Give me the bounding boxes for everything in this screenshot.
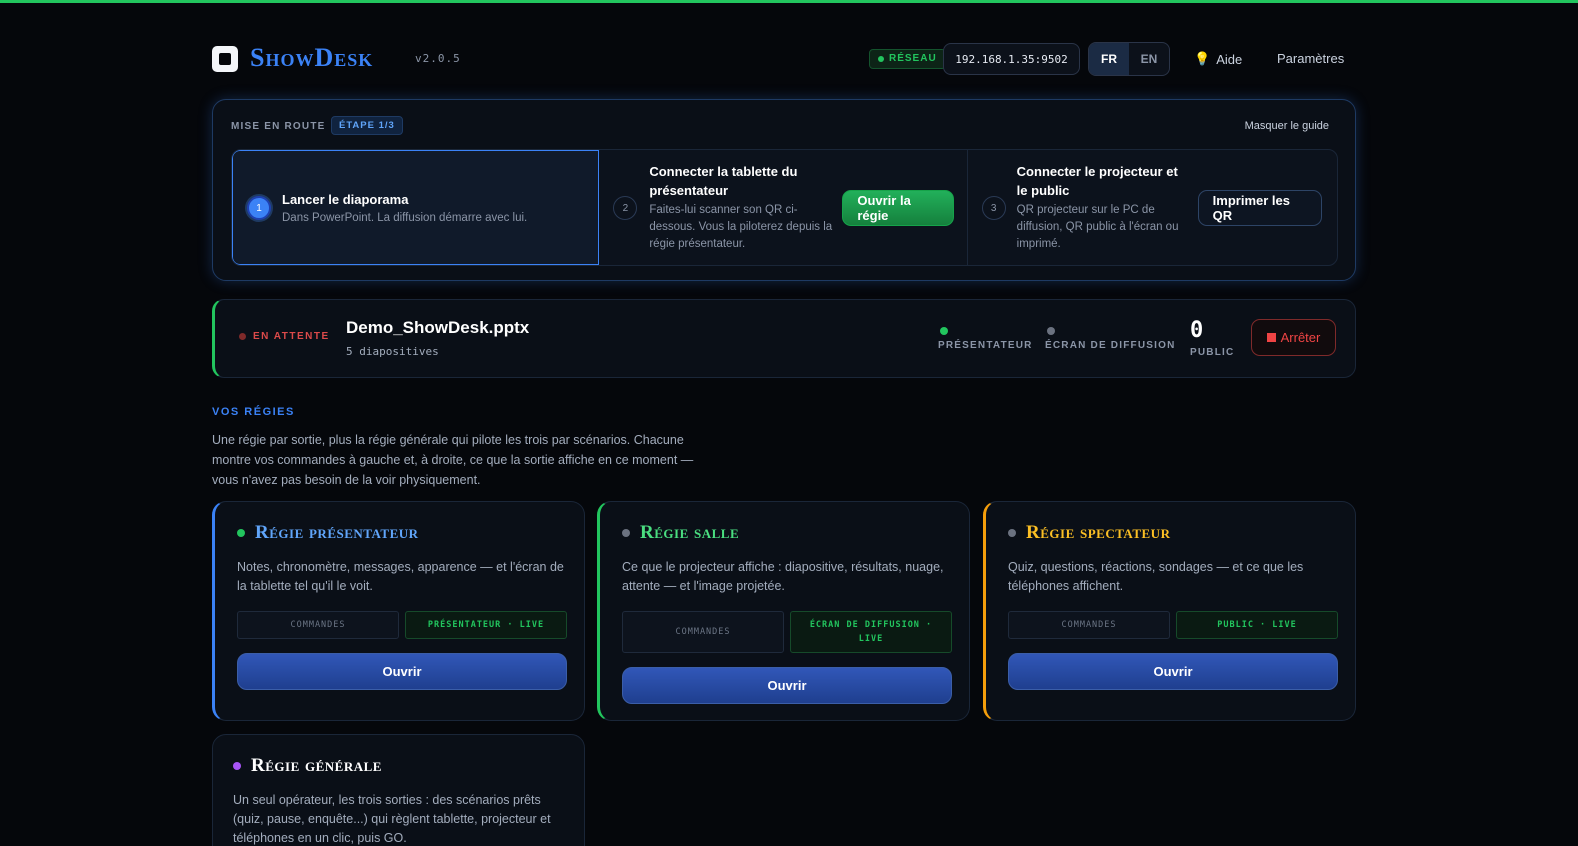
- regie-salle-description: Ce que le projecteur affiche : diapositi…: [622, 560, 944, 593]
- open-presenter-button[interactable]: Ouvrir: [237, 653, 567, 690]
- regie-presenter-title-text: Régie présentateur: [255, 522, 419, 543]
- step-2-title: Connecter la tablette du présentateur: [649, 164, 798, 198]
- screen-status-dot-icon: [1047, 327, 1055, 335]
- stop-square-icon: [1266, 333, 1276, 342]
- hide-guide-button[interactable]: Masquer le guide: [1245, 120, 1329, 132]
- step-1-title: Lancer le diaporama: [282, 192, 409, 207]
- regie-generale-title: Régie générale: [233, 755, 382, 777]
- step-2-description: Faites-lui scanner son QR ci-dessous. Vo…: [649, 204, 833, 250]
- regie-spectateur-title-text: Régie spectateur: [1026, 522, 1171, 543]
- stop-label: Arrêter: [1280, 330, 1321, 345]
- regie-generale-card: Régie générale Un seul opérateur, les tr…: [212, 734, 585, 846]
- settings-link[interactable]: Paramètres: [1277, 51, 1344, 66]
- help-link[interactable]: 💡 Aide: [1194, 51, 1242, 67]
- commands-chip: COMMANDES: [622, 611, 784, 653]
- regie-presenter-chips: COMMANDES PRÉSENTATEUR · LIVE: [237, 611, 567, 639]
- waiting-dot-icon: [239, 333, 246, 340]
- guide-step-3: 3 Connecter le projecteur et le public Q…: [968, 150, 1337, 265]
- guide-title: MISE EN ROUTE: [231, 121, 326, 132]
- slide-count: 5 diapositives: [346, 345, 439, 358]
- live-chip: PUBLIC · LIVE: [1176, 611, 1338, 639]
- regie-spectateur-description: Quiz, questions, réactions, sondages — e…: [1008, 560, 1304, 593]
- regie-presenter-title: Régie présentateur: [237, 522, 419, 544]
- generale-status-dot-icon: [233, 762, 241, 770]
- presenter-indicator: PRÉSENTATEUR: [938, 327, 1033, 351]
- regie-generale-title-text: Régie générale: [251, 755, 382, 776]
- guide-step-1[interactable]: 1 Lancer le diaporama Dans PowerPoint. L…: [232, 150, 600, 265]
- presenter-indicator-label: PRÉSENTATEUR: [938, 340, 1033, 351]
- regie-generale-description: Un seul opérateur, les trois sorties : d…: [233, 793, 551, 845]
- salle-status-dot-icon: [622, 529, 630, 537]
- step-3-description: QR projecteur sur le PC de diffusion, QR…: [1016, 204, 1179, 250]
- guide-step-2: 2 Connecter la tablette du présentateur …: [599, 150, 968, 265]
- step-number-1: 1: [247, 196, 271, 220]
- guide-steps: 1 Lancer le diaporama Dans PowerPoint. L…: [231, 149, 1338, 266]
- regie-spectateur-chips: COMMANDES PUBLIC · LIVE: [1008, 611, 1338, 639]
- network-status-dot-icon: [878, 56, 884, 62]
- regie-salle-chips: COMMANDES ÉCRAN DE DIFFUSION · LIVE: [622, 611, 952, 653]
- logo-icon: [212, 46, 238, 72]
- presentation-status-bar: EN ATTENTE Demo_ShowDesk.pptx 5 diaposit…: [212, 299, 1356, 378]
- screen-indicator-label: ÉCRAN DE DIFFUSION: [1045, 340, 1176, 351]
- stop-button[interactable]: Arrêter: [1251, 319, 1336, 356]
- language-switcher: FR EN: [1088, 42, 1170, 76]
- presenter-live-dot-icon: [237, 529, 245, 537]
- public-label: PUBLIC: [1190, 347, 1235, 358]
- step-number-3: 3: [981, 196, 1006, 220]
- step-1-description: Dans PowerPoint. La diffusion démarre av…: [282, 212, 528, 224]
- step-number-2: 2: [613, 196, 638, 220]
- live-chip: PRÉSENTATEUR · LIVE: [405, 611, 567, 639]
- top-accent-line: [0, 0, 1578, 3]
- help-label: Aide: [1216, 51, 1243, 67]
- regie-spectateur-card: Régie spectateur Quiz, questions, réacti…: [983, 501, 1356, 721]
- spectateur-status-dot-icon: [1008, 529, 1016, 537]
- commands-chip: COMMANDES: [237, 611, 399, 639]
- waiting-status: EN ATTENTE: [239, 331, 330, 342]
- ip-address[interactable]: 192.168.1.35:9502: [943, 43, 1080, 75]
- network-badge-label: RÉSEAU: [889, 53, 937, 64]
- regie-salle-card: Régie salle Ce que le projecteur affiche…: [597, 501, 970, 721]
- regie-salle-title: Régie salle: [622, 522, 739, 544]
- live-chip: ÉCRAN DE DIFFUSION · LIVE: [790, 611, 952, 653]
- presenter-status-dot-icon: [940, 327, 948, 335]
- setup-guide-panel: MISE EN ROUTE ÉTAPE 1/3 Masquer le guide…: [212, 99, 1356, 281]
- header: ShowDesk v2.0.5 RÉSEAU 192.168.1.35:9502…: [212, 42, 1356, 76]
- regies-section-title: VOS RÉGIES: [212, 406, 295, 418]
- regie-salle-title-text: Régie salle: [640, 522, 740, 543]
- step-progress-badge: ÉTAPE 1/3: [331, 116, 403, 135]
- print-qr-button[interactable]: Imprimer les QR: [1197, 190, 1322, 226]
- open-salle-button[interactable]: Ouvrir: [622, 667, 952, 704]
- regie-presenter-card: Régie présentateur Notes, chronomètre, m…: [212, 501, 585, 721]
- lightbulb-icon: 💡: [1194, 51, 1211, 66]
- regie-presenter-description: Notes, chronomètre, messages, apparence …: [237, 560, 564, 593]
- brand-name: ShowDesk: [250, 43, 374, 72]
- public-count: 0: [1190, 318, 1204, 343]
- file-name: Demo_ShowDesk.pptx: [346, 318, 530, 337]
- waiting-label: EN ATTENTE: [253, 331, 330, 342]
- network-badge: RÉSEAU: [869, 49, 946, 69]
- open-spectateur-button[interactable]: Ouvrir: [1008, 653, 1338, 690]
- screen-indicator: ÉCRAN DE DIFFUSION: [1045, 327, 1176, 351]
- regie-spectateur-title: Régie spectateur: [1008, 522, 1170, 544]
- open-presenter-regie-button[interactable]: Ouvrir la régie: [842, 190, 955, 226]
- lang-fr-button[interactable]: FR: [1089, 43, 1129, 75]
- step-3-title: Connecter le projecteur et le public: [1016, 164, 1178, 198]
- commands-chip: COMMANDES: [1008, 611, 1170, 639]
- version-label: v2.0.5: [415, 52, 461, 65]
- lang-en-button[interactable]: EN: [1129, 43, 1169, 75]
- regies-section-description: Une régie par sortie, plus la régie géné…: [212, 433, 694, 487]
